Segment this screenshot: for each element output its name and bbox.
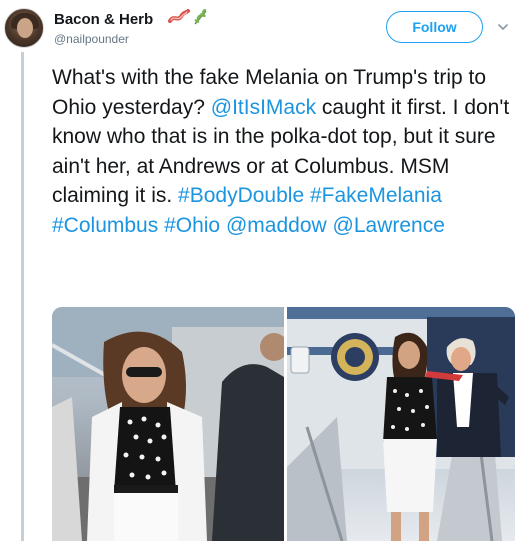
hashtag-link[interactable]: #FakeMelania <box>310 184 442 207</box>
avatar[interactable] <box>4 8 44 48</box>
photo-left[interactable] <box>52 307 284 541</box>
mention-link[interactable]: @maddow <box>226 214 327 237</box>
tweet-media[interactable] <box>52 307 515 541</box>
follow-button[interactable]: Follow <box>386 11 483 43</box>
hashtag-link[interactable]: #Ohio <box>164 214 220 237</box>
photo-right[interactable] <box>287 307 515 541</box>
herb-icon <box>194 9 207 25</box>
hashtag-link[interactable]: #Columbus <box>52 214 158 237</box>
chevron-down-icon[interactable] <box>497 22 509 32</box>
photo-left-image <box>52 307 284 541</box>
bacon-icon <box>168 9 190 23</box>
user-handle[interactable]: @nailpounder <box>54 32 129 46</box>
name-emoji <box>168 8 210 26</box>
avatar-face <box>17 18 33 38</box>
mention-link[interactable]: @Lawrence <box>333 214 445 237</box>
photo-right-image <box>287 307 515 541</box>
thread-line <box>21 52 24 541</box>
display-name[interactable]: Bacon & Herb <box>54 11 153 28</box>
hashtag-link[interactable]: #BodyDouble <box>178 184 304 207</box>
mention-link[interactable]: @ItIsIMack <box>211 96 316 119</box>
tweet-text: What's with the fake Melania on Trump's … <box>52 63 514 240</box>
